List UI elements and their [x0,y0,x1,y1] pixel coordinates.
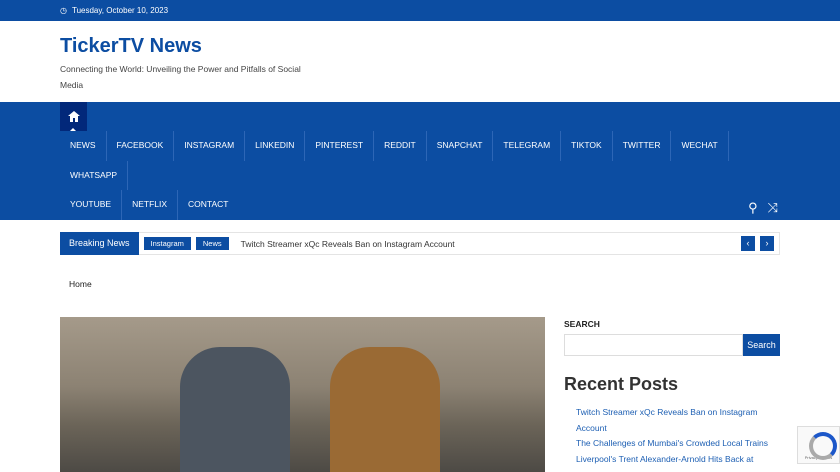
menu-items: NEWS FACEBOOK INSTAGRAM LINKEDIN PINTEREST RE… [60,131,760,220]
nav-item-facebook[interactable]: FACEBOOK [107,131,175,161]
date: Tuesday, October 10, 2023 [71,6,169,15]
nav-item-telegram[interactable]: TELEGRAM [493,131,562,161]
site-header: TickerTV News Connecting the World: Unve… [0,21,840,102]
home-button[interactable] [60,102,87,131]
search-label: SEARCH [564,319,600,329]
tag-news[interactable]: News [195,237,229,250]
ticker-headline[interactable]: Twitch Streamer xQc Reveals Ban on Insta… [241,239,741,249]
site-title[interactable]: TickerTV News [60,35,780,58]
nav-item-pinterest[interactable]: PINTEREST [305,131,375,161]
sidebar: SEARCH Search Recent Posts Twitch Stream… [564,319,780,467]
nav-item-tiktok[interactable]: TIKTOK [561,131,613,161]
shuffle-icon[interactable]: ⤨ [768,200,778,216]
breaking-news-ticker: Breaking News Instagram News Twitch Stre… [60,232,780,255]
nav-item-wechat[interactable]: WECHAT [671,131,729,161]
nav-item-whatsapp[interactable]: WHATSAPP [60,160,129,190]
nav-item-instagram[interactable]: INSTAGRAM [174,131,246,161]
nav-item-netflix[interactable]: NETFLIX [122,190,179,220]
recaptcha-badge[interactable]: Privacy - Terms [797,426,840,464]
nav-item-reddit[interactable]: REDDIT [374,131,427,161]
tag-instagram[interactable]: Instagram [143,237,191,250]
top-bar: ◷ Tuesday, October 10, 2023 [0,0,840,21]
nav-item-news[interactable]: NEWS [60,131,107,161]
recent-posts-title: Recent Posts [564,374,679,394]
home-icon [67,111,80,122]
nav-item-twitter[interactable]: TWITTER [613,131,672,161]
prev-button[interactable]: ‹ [741,236,755,251]
next-button[interactable]: › [760,236,774,251]
nav-item-snapchat[interactable]: SNAPCHAT [427,131,494,161]
site-tagline: Connecting the World: Unveiling the Powe… [60,64,301,90]
nav-item-youtube[interactable]: YOUTUBE [60,190,123,220]
recent-post-link[interactable]: Liverpool's Trent Alexander-Arnold Hits … [576,452,780,468]
breadcrumb[interactable]: Home [69,279,92,289]
featured-image[interactable] [60,317,545,472]
recent-post-link[interactable]: The Challenges of Mumbai's Crowded Local… [576,436,780,452]
breaking-news-label: Breaking News [60,232,139,255]
nav-item-contact[interactable]: CONTACT [178,190,238,220]
nav-item-linkedin[interactable]: LINKEDIN [245,131,306,161]
search-button[interactable]: Search [743,334,780,356]
search-input[interactable] [564,334,743,356]
recent-post-link[interactable]: Twitch Streamer xQc Reveals Ban on Insta… [576,405,780,436]
clock-icon: ◷ [60,6,67,15]
